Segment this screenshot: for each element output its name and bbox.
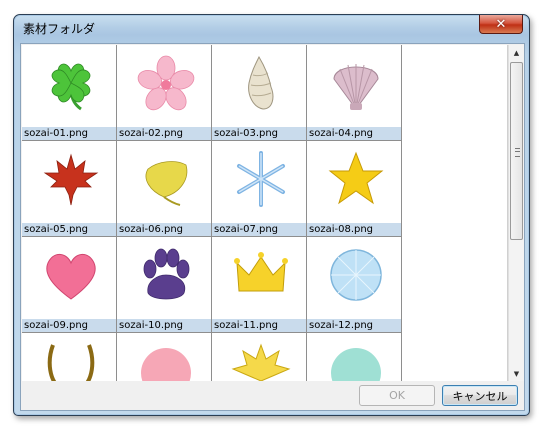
thumbnail-item[interactable]: sozai-06.png bbox=[117, 141, 212, 237]
file-name-label: sozai-05.png bbox=[22, 223, 116, 236]
file-name-label: sozai-04.png bbox=[307, 127, 401, 140]
pink-orb-icon bbox=[141, 348, 191, 381]
thumbnail-item[interactable]: sozai-03.png bbox=[212, 45, 307, 141]
conch-shell-icon bbox=[248, 55, 274, 110]
thumbnail-item[interactable]: sozai-08.png bbox=[307, 141, 402, 237]
close-icon: ✕ bbox=[495, 16, 507, 32]
horseshoe-icon bbox=[47, 344, 95, 381]
snowflake-icon bbox=[237, 151, 285, 207]
ginkgo-leaf-icon bbox=[145, 161, 188, 206]
close-button[interactable]: ✕ bbox=[479, 15, 523, 34]
thumbnail-item[interactable] bbox=[307, 333, 402, 381]
thumbnail-item[interactable]: sozai-09.png bbox=[22, 237, 117, 333]
vertical-scrollbar[interactable]: ▲ ▼ bbox=[508, 45, 524, 381]
thumbnail-item[interactable]: sozai-07.png bbox=[212, 141, 307, 237]
file-name-label: sozai-11.png bbox=[212, 319, 306, 332]
sakura-icon bbox=[137, 55, 195, 111]
thumbnail-item[interactable]: sozai-10.png bbox=[117, 237, 212, 333]
file-name-label: sozai-06.png bbox=[117, 223, 211, 236]
diamond-icon bbox=[330, 249, 382, 301]
thumbnail-list-view[interactable]: sozai-01.png sozai-02.png sozai-03.png s… bbox=[22, 45, 508, 381]
thumbnail-item[interactable]: sozai-02.png bbox=[117, 45, 212, 141]
thumbnail-item[interactable]: sozai-01.png bbox=[22, 45, 117, 141]
file-name-label: sozai-10.png bbox=[117, 319, 211, 332]
paw-icon bbox=[143, 248, 190, 300]
scroll-down-arrow-icon: ▼ bbox=[513, 369, 520, 378]
file-name-label: sozai-02.png bbox=[117, 127, 211, 140]
file-name-label: sozai-09.png bbox=[22, 319, 116, 332]
thumbnail-item[interactable]: sozai-05.png bbox=[22, 141, 117, 237]
maple-leaf-icon bbox=[43, 153, 99, 206]
thumbnail-item[interactable] bbox=[22, 333, 117, 381]
thumbnail-item[interactable]: sozai-04.png bbox=[307, 45, 402, 141]
clover-icon bbox=[51, 63, 91, 111]
mint-orb-icon bbox=[331, 348, 381, 381]
dialog-client-area: sozai-01.png sozai-02.png sozai-03.png s… bbox=[20, 43, 525, 411]
thumbnail-item[interactable]: sozai-12.png bbox=[307, 237, 402, 333]
heart-icon bbox=[46, 254, 96, 300]
crown-icon bbox=[234, 252, 288, 292]
scroll-up-arrow-icon: ▲ bbox=[513, 48, 520, 57]
window-title: 素材フォルダ bbox=[23, 22, 96, 36]
file-name-label: sozai-12.png bbox=[307, 319, 401, 332]
file-name-label: sozai-08.png bbox=[307, 223, 401, 236]
material-folder-dialog: 素材フォルダ ✕ sozai-01.png sozai-02.png sozai… bbox=[13, 14, 530, 416]
file-name-label: sozai-07.png bbox=[212, 223, 306, 236]
cancel-button[interactable]: キャンセル bbox=[442, 385, 518, 406]
scallop-shell-icon bbox=[333, 64, 379, 110]
thumbnail-item[interactable]: sozai-11.png bbox=[212, 237, 307, 333]
grip-icon bbox=[515, 148, 520, 157]
ok-button[interactable]: OK bbox=[359, 385, 435, 406]
star-icon bbox=[328, 151, 384, 205]
burst-icon bbox=[231, 343, 291, 381]
file-name-label: sozai-03.png bbox=[212, 127, 306, 140]
thumbnail-item[interactable] bbox=[117, 333, 212, 381]
thumbnail-item[interactable] bbox=[212, 333, 307, 381]
scroll-down-button[interactable]: ▼ bbox=[509, 366, 524, 381]
file-name-label: sozai-01.png bbox=[22, 127, 116, 140]
scroll-up-button[interactable]: ▲ bbox=[509, 45, 524, 60]
scrollbar-thumb[interactable] bbox=[510, 62, 523, 240]
